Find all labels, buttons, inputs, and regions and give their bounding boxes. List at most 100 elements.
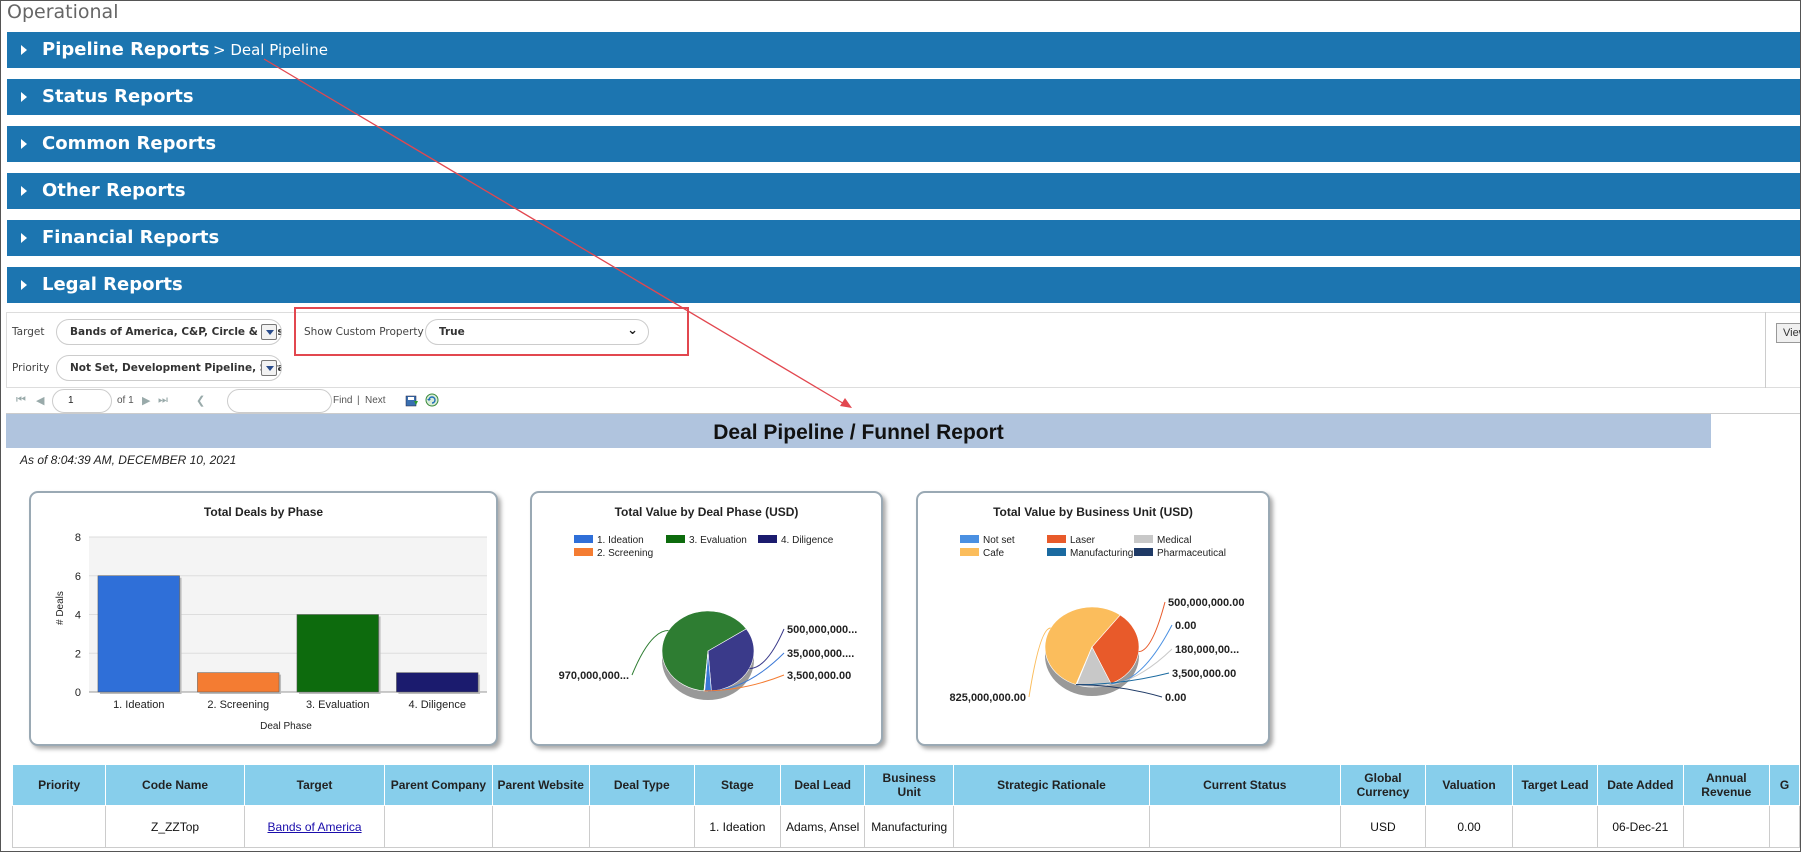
target-select-value: Bands of America, C&P, Circle & Desser..… — [70, 326, 281, 338]
legend-swatch — [960, 535, 979, 543]
legend-label: Medical — [1157, 535, 1191, 546]
table-cell — [1769, 805, 1800, 848]
column-header[interactable]: Business Unit — [864, 764, 955, 806]
chart-value-by-phase: Total Value by Deal Phase (USD) 1. Ideat… — [530, 491, 883, 746]
x-tick-label: 1. Ideation — [113, 699, 164, 711]
next-page-icon[interactable]: ▶ — [142, 394, 150, 407]
x-tick-label: 2. Screening — [207, 699, 269, 711]
accordion-other-reports[interactable]: Other Reports — [7, 173, 1800, 209]
dropdown-arrow-icon[interactable] — [261, 360, 277, 376]
target-select[interactable]: Bands of America, C&P, Circle & Desser..… — [56, 319, 282, 345]
legend-swatch — [960, 548, 979, 556]
y-tick-label: 6 — [75, 571, 81, 583]
priority-select[interactable]: Not Set, Development Pipeline, Strategic… — [56, 355, 282, 381]
page-title: Operational — [7, 1, 119, 23]
x-tick-label: 4. Diligence — [409, 699, 466, 711]
previous-page-icon[interactable]: ◀ — [36, 394, 44, 407]
accordion-common-reports[interactable]: Common Reports — [7, 126, 1800, 162]
view-report-button[interactable]: View — [1776, 323, 1800, 343]
legend-label: Cafe — [983, 548, 1005, 559]
table-cell[interactable]: Bands of America — [243, 805, 386, 848]
caret-right-icon — [21, 233, 27, 243]
page-count: of 1 — [117, 395, 134, 406]
column-header[interactable]: Global Currency — [1339, 764, 1427, 806]
column-header[interactable]: Current Status — [1148, 764, 1341, 806]
legend-swatch — [1134, 548, 1153, 556]
pie-chart-plot: 1. Ideation 3. Evaluation 4. Diligence 2. S… — [559, 535, 857, 700]
slice-label: 0.00 — [1165, 692, 1186, 704]
column-header[interactable]: Valuation — [1425, 764, 1513, 806]
slice-label: 0.00 — [1175, 620, 1196, 632]
dropdown-arrow-icon[interactable] — [261, 324, 277, 340]
accordion-financial-reports[interactable]: Financial Reports — [7, 220, 1800, 256]
accordion-status-reports[interactable]: Status Reports — [7, 79, 1800, 115]
column-header[interactable]: Parent Company — [384, 764, 493, 806]
report-parameters-panel: Target Bands of America, C&P, Circle & D… — [6, 312, 1800, 388]
slice-label: 970,000,000... — [559, 670, 629, 682]
column-header[interactable]: Deal Type — [588, 764, 695, 806]
accordion-label: Legal Reports — [42, 274, 183, 295]
report-title: Deal Pipeline / Funnel Report — [6, 414, 1711, 448]
leader-line — [749, 628, 785, 670]
x-axis-label: Deal Phase — [260, 721, 312, 732]
table-cell: USD — [1339, 805, 1427, 848]
caret-right-icon — [21, 139, 27, 149]
chart-value-by-business-unit: Total Value by Business Unit (USD) Not s… — [916, 491, 1270, 746]
report-window: Operational Pipeline Reports > Deal Pipe… — [0, 0, 1801, 852]
column-header[interactable]: Parent Website — [491, 764, 590, 806]
legend-label: 1. Ideation — [597, 535, 644, 546]
y-tick-label: 0 — [75, 687, 81, 699]
priority-select-value: Not Set, Development Pipeline, Strategic… — [70, 362, 281, 374]
column-header[interactable]: Annual Revenue — [1682, 764, 1771, 806]
first-page-icon[interactable]: ⏮ — [16, 394, 26, 407]
column-header[interactable]: Strategic Rationale — [953, 764, 1150, 806]
pie-chart-plot: Not set Laser Medical Cafe Manufacturing Phar… — [950, 535, 1244, 704]
legend-label: Not set — [983, 535, 1015, 546]
column-header[interactable]: Code Name — [105, 764, 245, 806]
legend-label: 4. Diligence — [781, 535, 834, 546]
next-link[interactable]: Next — [365, 395, 386, 406]
y-tick-label: 2 — [75, 648, 81, 660]
report-toolbar: ⏮ ◀ 1 of 1 ▶ ⏭ ❮ Find | Next — [6, 388, 1800, 414]
column-header[interactable]: Stage — [693, 764, 782, 806]
slice-label: 825,000,000.00 — [950, 692, 1026, 704]
divider — [1765, 312, 1766, 388]
breadcrumb[interactable]: > Deal Pipeline — [213, 41, 328, 59]
legend-swatch — [1047, 535, 1066, 543]
accordion-label: Pipeline Reports — [42, 39, 210, 60]
column-header[interactable]: Target — [243, 764, 386, 806]
table-cell — [588, 805, 695, 848]
caret-right-icon — [21, 280, 27, 290]
priority-label: Priority — [12, 362, 50, 374]
column-header[interactable]: Priority — [11, 764, 107, 806]
table-cell: 06-Dec-21 — [1597, 805, 1684, 848]
table-cell: 1. Ideation — [693, 805, 782, 848]
find-link[interactable]: Find — [333, 395, 352, 406]
accordion-legal-reports[interactable]: Legal Reports — [7, 267, 1800, 303]
table-cell — [1511, 805, 1599, 848]
column-header[interactable]: Target Lead — [1511, 764, 1599, 806]
legend-swatch — [1134, 535, 1153, 543]
column-header[interactable]: Date Added — [1597, 764, 1684, 806]
target-link[interactable]: Bands of America — [268, 820, 362, 834]
back-icon[interactable]: ❮ — [196, 394, 205, 407]
legend-label: Pharmaceutical — [1157, 548, 1226, 559]
legend-label: Manufacturing — [1070, 548, 1133, 559]
column-header[interactable]: Deal Lead — [780, 764, 866, 806]
deals-table: Priority Code Name Target Parent Company Par… — [11, 764, 1800, 848]
table-cell — [953, 805, 1150, 848]
y-axis-label: # Deals — [55, 591, 66, 625]
y-tick-label: 8 — [75, 532, 81, 544]
find-input[interactable] — [227, 389, 332, 413]
column-header[interactable]: G — [1769, 764, 1800, 806]
export-icon[interactable] — [405, 393, 419, 407]
accordion-label: Financial Reports — [42, 227, 220, 248]
last-page-icon[interactable]: ⏭ — [158, 394, 168, 407]
refresh-icon[interactable] — [425, 393, 439, 407]
chart-deals-by-phase: Total Deals by Phase # Deals Deal Phase … — [29, 491, 498, 746]
bar-1 — [97, 575, 180, 693]
slice-label: 180,000,00... — [1175, 644, 1239, 656]
accordion-pipeline-reports[interactable]: Pipeline Reports > Deal Pipeline — [7, 32, 1800, 68]
slice-label: 3,500,000.00 — [787, 670, 851, 682]
page-number-input[interactable]: 1 — [52, 389, 112, 413]
